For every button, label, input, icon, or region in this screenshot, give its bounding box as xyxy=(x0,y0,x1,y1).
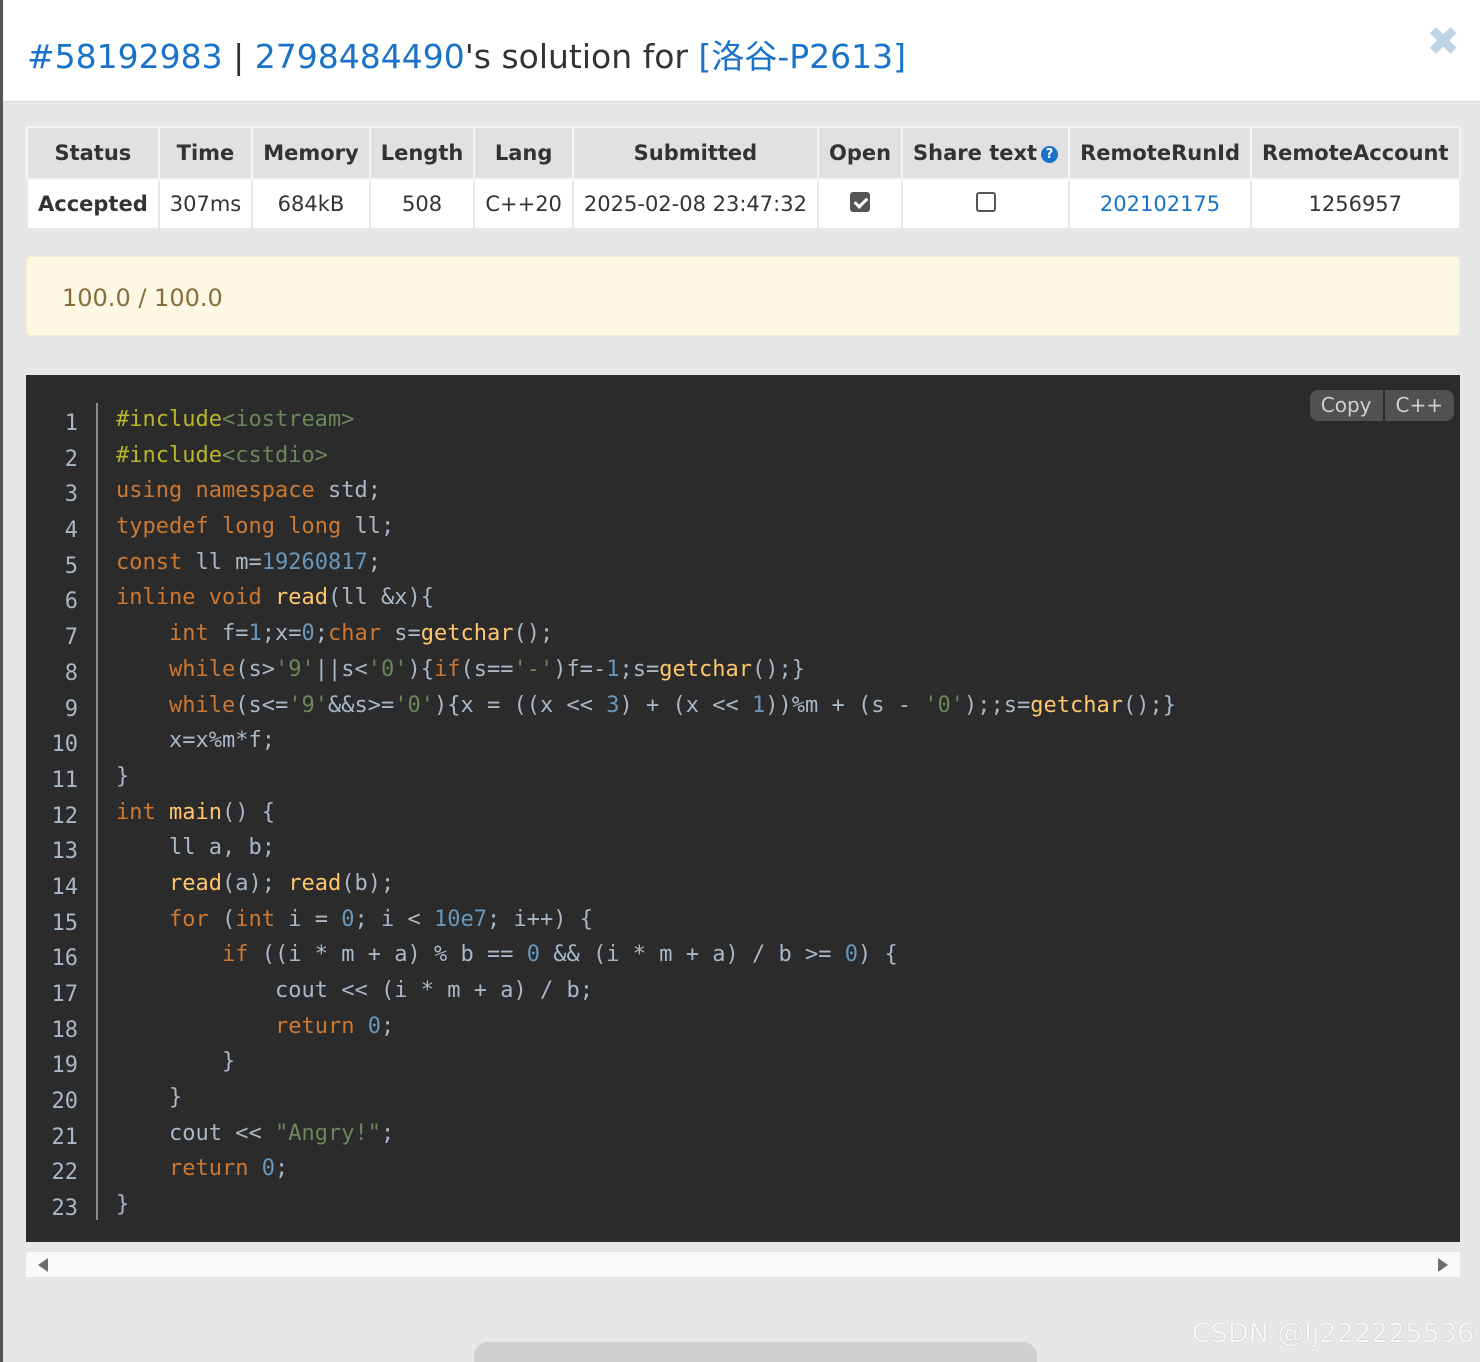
code-toolbar: Copy C++ xyxy=(1309,390,1454,421)
problem-link[interactable]: [洛谷-P2613] xyxy=(699,37,907,76)
header-submitted: Submitted xyxy=(571,126,819,180)
line-number: 13 xyxy=(51,839,79,865)
code-text: cout << (i * m + a) / b; xyxy=(275,978,593,1003)
modal-header: #58192983 | 2798484490's solution for [洛… xyxy=(3,0,1480,102)
score-text: 100.0 / 100.0 xyxy=(62,284,223,312)
header-remote-account: RemoteAccount xyxy=(1250,126,1461,180)
code-text: typedef long long ll; xyxy=(116,514,395,540)
code-text: if ((i * m + a) % b == 0 && (i * m + a) … xyxy=(222,942,898,968)
header-status: Status xyxy=(26,126,160,180)
watermark-text: CSDN @lj222225536 xyxy=(1191,1318,1474,1349)
code-text: inline void read(ll &x){ xyxy=(116,585,434,611)
code-text: const ll m=19260817; xyxy=(116,549,381,575)
header-length: Length xyxy=(368,126,476,180)
code-text: return 0; xyxy=(169,1156,289,1182)
line-number: 17 xyxy=(51,982,79,1007)
line-number: 18 xyxy=(51,1017,79,1043)
horizontal-scrollbar[interactable] xyxy=(26,1252,1460,1277)
code-text: return 0; xyxy=(275,1013,395,1039)
help-icon[interactable]: ? xyxy=(1041,146,1059,163)
user-link[interactable]: 2798484490 xyxy=(255,37,465,76)
length-cell: 508 xyxy=(368,178,476,230)
header-share-text: Share text? xyxy=(901,126,1071,180)
remote-run-id-cell: 202102175 xyxy=(1068,178,1252,230)
line-number: 8 xyxy=(64,660,78,686)
line-number: 19 xyxy=(51,1053,79,1079)
code-text: cout << "Angry!"; xyxy=(169,1120,395,1146)
copy-button[interactable]: Copy xyxy=(1309,390,1383,421)
line-number: 5 xyxy=(64,553,78,579)
header-time: Time xyxy=(157,126,254,180)
remote-run-id-link[interactable]: 202102175 xyxy=(1100,192,1220,216)
code-text: using namespace std; xyxy=(116,478,381,504)
code-text: } xyxy=(116,763,130,789)
line-number: 3 xyxy=(64,482,78,508)
modal-title: #58192983 | 2798484490's solution for [洛… xyxy=(27,30,906,78)
code-text: #include<iostream> xyxy=(116,407,355,432)
header-lang: Lang xyxy=(473,126,574,180)
submission-info-table: Status Time Memory Length Lang Submitted… xyxy=(26,126,1461,230)
line-number: 20 xyxy=(51,1089,79,1115)
line-number: 21 xyxy=(51,1124,79,1150)
code-text: } xyxy=(169,1085,183,1111)
open-cell xyxy=(816,178,904,230)
code-text: while(s<='9'&&s>='0'){x = ((x << 3) + (x… xyxy=(169,692,1176,718)
title-middle-text: 's solution for xyxy=(464,37,699,76)
code-text: #include<cstdio> xyxy=(116,442,328,468)
code-text: read(a); read(b); xyxy=(169,870,395,896)
code-text: } xyxy=(222,1049,236,1075)
open-checkbox[interactable] xyxy=(850,192,870,212)
line-number: 2 xyxy=(64,446,78,472)
line-number: 9 xyxy=(64,696,78,722)
header-memory: Memory xyxy=(251,126,371,180)
status-cell: Accepted xyxy=(26,178,160,230)
code-text: } xyxy=(116,1192,130,1218)
code-text: x=x%m*f; xyxy=(169,728,275,754)
table-row: Accepted 307ms 684kB 508 C++20 2025-02-0… xyxy=(26,178,1461,230)
lang-cell: C++20 xyxy=(473,178,574,230)
submission-id-link[interactable]: #58192983 xyxy=(27,37,223,76)
title-separator: | xyxy=(222,37,255,76)
header-remote-run-id: RemoteRunId xyxy=(1068,126,1252,180)
share-text-cell xyxy=(901,178,1071,230)
code-text: int main() { xyxy=(116,799,275,825)
line-number: 10 xyxy=(51,732,79,758)
line-number: 11 xyxy=(51,767,79,793)
table-header-row: Status Time Memory Length Lang Submitted… xyxy=(26,126,1461,180)
code-text: int f=1;x=0;char s=getchar(); xyxy=(169,621,554,647)
score-alert: 100.0 / 100.0 xyxy=(26,256,1460,336)
remote-account-cell: 1256957 xyxy=(1250,178,1461,230)
header-open: Open xyxy=(816,126,904,180)
line-number: 16 xyxy=(51,946,79,972)
share-text-checkbox[interactable] xyxy=(975,192,996,212)
submitted-cell: 2025-02-08 23:47:32 xyxy=(571,178,819,230)
scroll-left-icon[interactable] xyxy=(38,1258,48,1272)
line-number: 23 xyxy=(51,1196,79,1222)
line-number: 15 xyxy=(51,910,79,936)
close-icon[interactable]: ✖ xyxy=(1426,22,1460,62)
gutter-divider xyxy=(96,403,98,1220)
code-block: 1 #include<iostream> 2 #include<cstdio> 3 usi… xyxy=(26,375,1460,1242)
scroll-right-icon[interactable] xyxy=(1438,1258,1448,1272)
line-number: 4 xyxy=(64,518,78,544)
line-number: 1 xyxy=(64,411,78,436)
time-cell: 307ms xyxy=(157,178,254,230)
line-number: 22 xyxy=(51,1160,79,1186)
line-number: 14 xyxy=(51,874,79,900)
header-share-text-label: Share text xyxy=(913,141,1038,165)
line-number: 12 xyxy=(51,803,79,829)
code-text: for (int i = 0; i < 10e7; i++) { xyxy=(169,906,593,932)
memory-cell: 684kB xyxy=(251,178,371,230)
bottom-scroll-tab[interactable] xyxy=(474,1342,1037,1362)
left-edge-strip xyxy=(0,0,3,1362)
language-button[interactable]: C++ xyxy=(1384,390,1454,421)
code-text: while(s>'9'||s<'0'){if(s=='-')f=-1;s=get… xyxy=(169,656,805,682)
line-number: 6 xyxy=(64,589,78,615)
code-text: ll a, b; xyxy=(169,835,275,861)
line-number: 7 xyxy=(64,625,78,651)
